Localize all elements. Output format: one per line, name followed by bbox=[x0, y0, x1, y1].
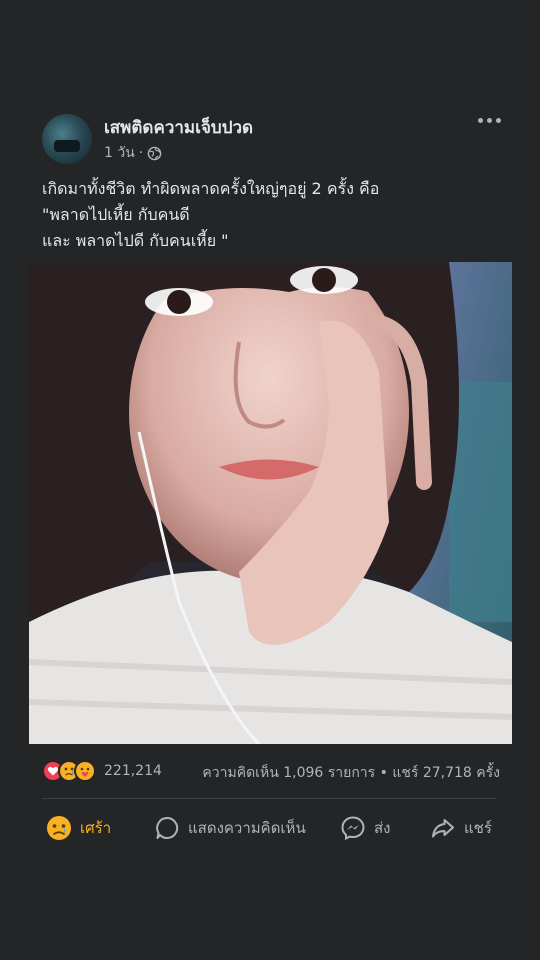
post-photo[interactable] bbox=[29, 262, 512, 744]
post-text-line: "พลาดไปเหี้ย กับคนดี bbox=[42, 205, 190, 224]
post-text-line: เกิดมาทั้งชีวิต ทำผิดพลาดครั้งใหญ่ๆอยู่ … bbox=[42, 179, 380, 198]
reaction-count[interactable]: 221,214 bbox=[104, 763, 162, 779]
globe-icon bbox=[147, 146, 162, 160]
action-bar: เศร้า แสดงความคิดเห็น ส่ง แชร์ bbox=[42, 808, 500, 848]
react-button[interactable]: เศร้า bbox=[46, 808, 111, 848]
react-label: เศร้า bbox=[80, 819, 112, 837]
comment-button[interactable]: แสดงความคิดเห็น bbox=[154, 808, 306, 848]
reaction-summary[interactable]: 221,214 bbox=[42, 760, 162, 782]
send-label: ส่ง bbox=[374, 819, 391, 837]
more-options-icon[interactable] bbox=[474, 110, 504, 130]
send-button[interactable]: ส่ง bbox=[340, 808, 390, 848]
post-time[interactable]: 1 วัน bbox=[104, 142, 135, 164]
meta-separator: · bbox=[138, 145, 144, 161]
divider bbox=[42, 798, 496, 799]
post-stats: 221,214 ความคิดเห็น 1,096 รายการ • แชร์ … bbox=[42, 760, 500, 784]
post-meta: 1 วัน · bbox=[104, 142, 162, 164]
care-reaction-icon bbox=[74, 760, 96, 782]
comments-shares-count[interactable]: ความคิดเห็น 1,096 รายการ • แชร์ 27,718 ค… bbox=[202, 762, 500, 784]
share-label: แชร์ bbox=[464, 819, 492, 837]
share-icon bbox=[432, 819, 454, 838]
post-text: เกิดมาทั้งชีวิต ทำผิดพลาดครั้งใหญ่ๆอยู่ … bbox=[42, 176, 512, 254]
selfie-illustration bbox=[29, 262, 512, 744]
comment-label: แสดงความคิดเห็น bbox=[188, 819, 306, 837]
share-button[interactable]: แชร์ bbox=[430, 808, 492, 848]
post-header: เสพติดความเจ็บปวด 1 วัน · bbox=[42, 110, 502, 166]
messenger-icon bbox=[341, 816, 365, 841]
sad-reaction-icon bbox=[47, 816, 71, 840]
post-text-line: และ พลาดไปดี กับคนเหี้ย " bbox=[42, 231, 229, 250]
comment-icon bbox=[156, 816, 179, 839]
author-name[interactable]: เสพติดความเจ็บปวด bbox=[104, 114, 253, 141]
author-avatar[interactable] bbox=[42, 114, 92, 164]
